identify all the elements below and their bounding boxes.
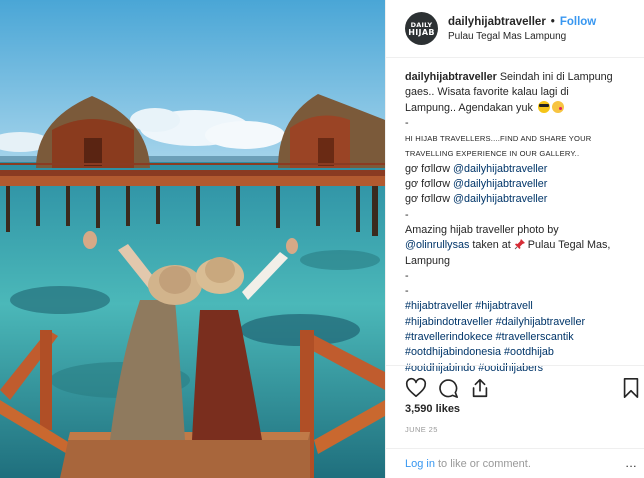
heart-icon[interactable] [405,377,427,399]
header-text: dailyhijabtraveller • Follow Pulau Tegal… [448,16,596,42]
username-link[interactable]: dailyhijabtraveller [448,16,546,28]
post-sidebar: DAILY HIJAB dailyhijabtraveller • Follow… [385,0,644,478]
post-header: DAILY HIJAB dailyhijabtraveller • Follow… [386,0,644,58]
follow-prefix: ɡơ fσllσw [405,193,451,206]
pushpin-emoji-icon [514,239,525,250]
hashtag-line[interactable]: #ootdhijabindonesia #ootdhijab [405,345,640,360]
caption-credit: @olinrullysas taken at Pulau Tegal Mas, [405,238,640,253]
mention-link[interactable]: @dailyhijabtraveller [453,193,547,205]
comment-bar: Log in to like or comment. ... [386,448,644,478]
caption-text: Lampung.. Agendakan yuk [405,101,533,114]
action-bar [386,365,644,407]
header-row: dailyhijabtraveller • Follow [448,16,596,28]
avatar-text-bottom: HIJAB [408,27,435,37]
credit-place: Pulau Tegal Mas, [527,239,611,252]
like-count[interactable]: 3,590 likes [405,403,460,415]
separator-dot: • [550,15,555,28]
caption-line: Lampung.. Agendakan yuk [405,100,640,116]
caption-dash: - [405,285,409,298]
follow-button[interactable]: Follow [560,16,596,28]
comment-bubble-icon[interactable] [437,377,459,399]
caption-credit: Lampung [405,254,451,267]
caption-line: dailyhijabtraveller Seindah ini di Lampu… [405,70,640,85]
more-options-icon[interactable]: ... [625,456,637,470]
follow-prefix: ɡơ fσllσw [405,162,451,175]
caption-invite: TRAVELLING EXPERIENCE IN OUR GALLERY.. [405,149,580,159]
login-prompt-text: to like or comment. [437,457,531,470]
avatar[interactable]: DAILY HIJAB [405,12,438,45]
bookmark-icon[interactable] [620,377,642,399]
caption-follow-line: ɡơ fσllσw @dailyhijabtraveller [405,177,640,192]
location-link[interactable]: Pulau Tegal Mas Lampung [448,31,596,42]
caption-dash: - [405,208,409,221]
follow-prefix: ɡơ fσllσw [405,178,451,191]
post-date[interactable]: JUNE 25 [405,425,438,434]
caption-dash: - [405,269,409,282]
caption-author-link[interactable]: dailyhijabtraveller [405,71,497,83]
hashtag-line[interactable]: #travellerindokece #travellerscantik [405,330,640,345]
sunglasses-emoji-icon [537,100,550,113]
hashtag-line[interactable]: #hijabindotraveller #dailyhijabtraveller [405,315,640,330]
caption-line: gaes.. Wisata favorite kalau lagi di [405,86,569,99]
caption-follow-line: ɡơ fσllσw @dailyhijabtraveller [405,192,640,207]
post-photo[interactable] [0,0,385,478]
caption-invite: HI HIJAB TRAVELLERS....FIND AND SHARE YO… [405,134,592,144]
mention-link[interactable]: @dailyhijabtraveller [453,163,547,175]
share-icon[interactable] [469,377,491,399]
post-caption: dailyhijabtraveller Seindah ini di Lampu… [405,70,640,376]
mention-link[interactable]: @dailyhijabtraveller [453,178,547,190]
credit-mention-link[interactable]: @olinrullysas [405,239,469,251]
beach-huts-photo [0,0,385,478]
caption-credit: Amazing hijab traveller photo by [405,223,559,236]
kiss-emoji-icon [551,100,564,113]
caption-text: Seindah ini di Lampung [499,71,613,83]
hashtag-line[interactable]: #hijabtraveller #hijabtravell [405,299,640,314]
login-link[interactable]: Log in [405,458,435,470]
caption-dash: - [405,116,409,129]
credit-taken-at: taken at [472,239,511,252]
caption-follow-line: ɡơ fσllσw @dailyhijabtraveller [405,162,640,177]
